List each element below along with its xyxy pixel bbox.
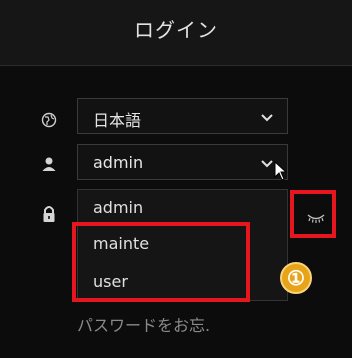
page-title: ログイン [134,18,218,42]
chevron-down-icon [261,160,273,168]
highlight-box-options [72,222,250,302]
step-badge: ① [280,262,312,294]
user-icon [40,155,58,173]
title-bar: ログイン [0,0,352,66]
globe-icon [40,111,58,129]
username-value: admin [93,153,144,172]
chevron-down-icon [261,114,273,122]
username-select[interactable]: admin [77,144,288,181]
lock-icon [40,205,58,223]
language-select[interactable]: 日本語 [77,98,288,134]
forgot-password-link[interactable]: パスワードをお忘. [77,312,210,336]
dropdown-option-admin[interactable]: admin [78,190,287,226]
highlight-box-eye [290,190,336,238]
language-value: 日本語 [93,111,142,130]
mouse-cursor-icon [274,161,288,181]
